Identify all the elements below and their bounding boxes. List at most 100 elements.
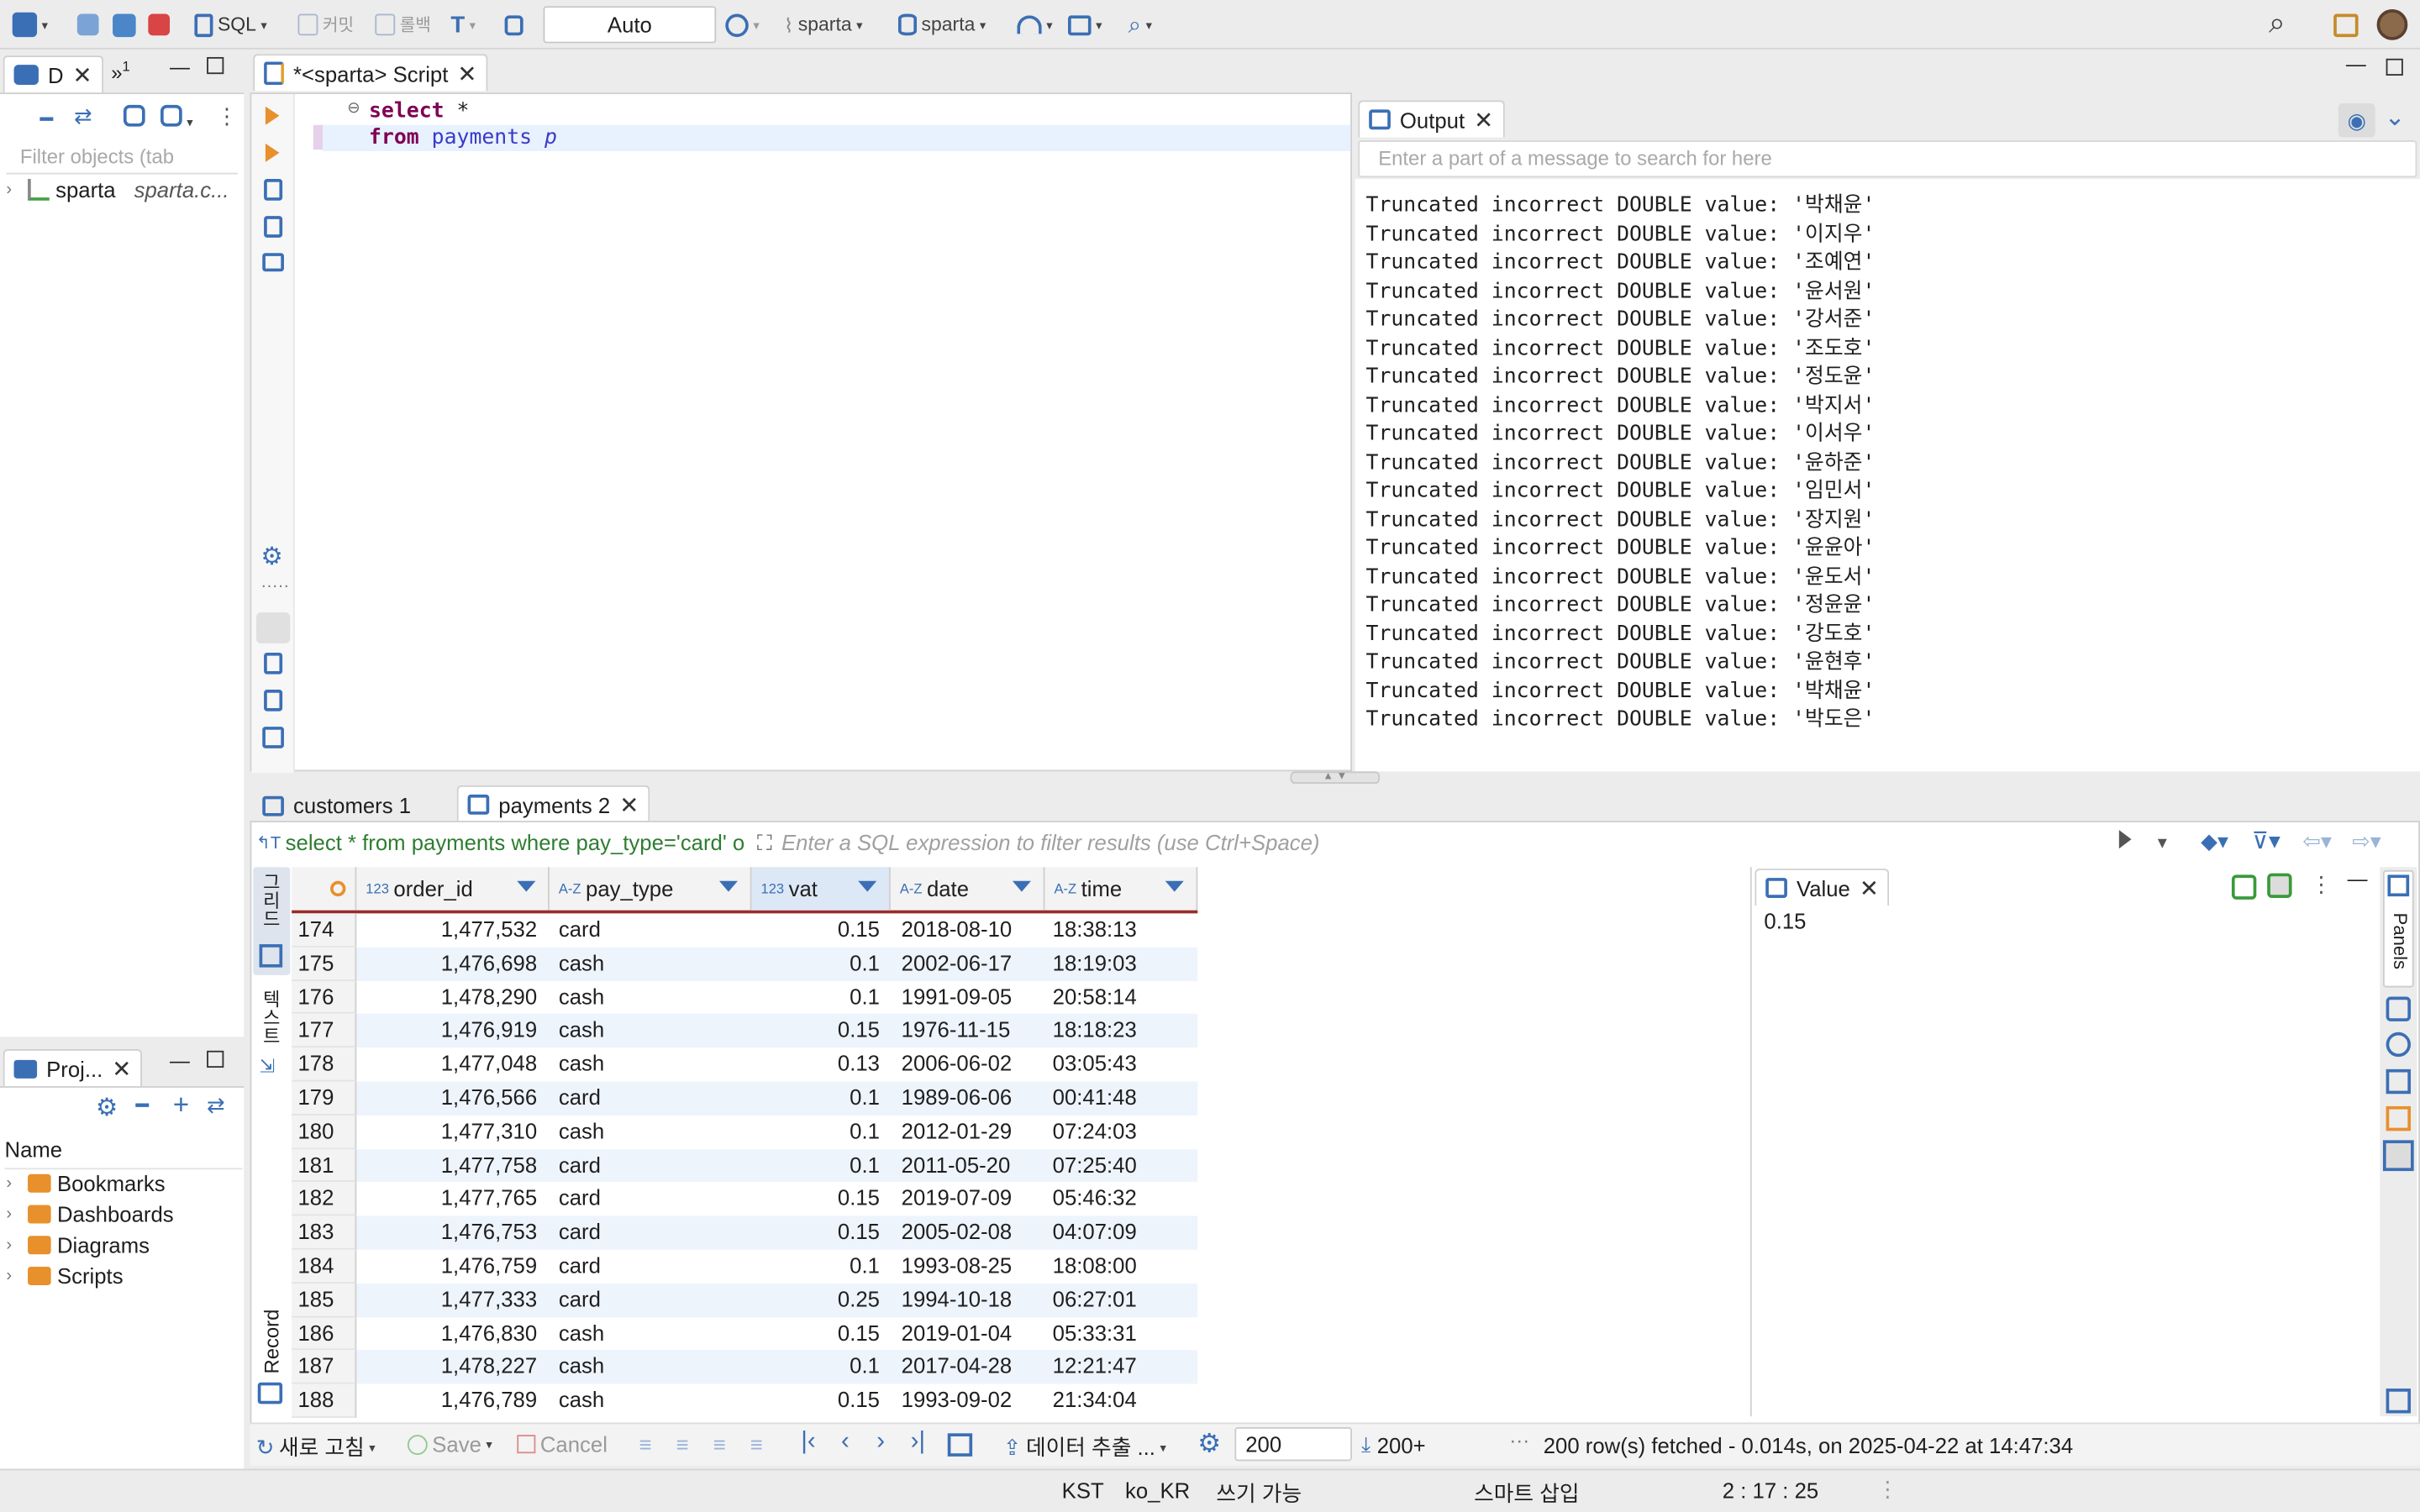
column-header-order_id[interactable]: 123 order_id <box>356 867 550 911</box>
commit-mode-field[interactable]: Auto <box>543 6 717 44</box>
active-database-selector[interactable]: sparta ▾ <box>897 8 986 41</box>
new-connection-button[interactable]: ▾ <box>12 8 48 41</box>
disconnect-button[interactable] <box>148 8 171 41</box>
active-connection-selector[interactable]: ⌇ sparta ▾ <box>784 8 862 41</box>
cell-date[interactable]: 2019-01-04 <box>891 1317 1045 1351</box>
cell-vat[interactable]: 0.15 <box>751 1183 890 1216</box>
close-icon[interactable]: ✕ <box>619 790 639 818</box>
dashboard-button[interactable]: ▾ <box>1017 8 1053 41</box>
cell-date[interactable]: 1989-06-06 <box>891 1082 1045 1116</box>
cell-time[interactable]: 21:34:04 <box>1044 1384 1197 1418</box>
gear-icon[interactable]: ⚙ <box>260 542 282 573</box>
results-filter-input[interactable]: Enter a SQL expression to filter results… <box>781 830 1320 854</box>
execute-new-tab-icon[interactable] <box>265 143 280 162</box>
project-item[interactable]: › Scripts <box>6 1261 123 1292</box>
cell-time[interactable]: 18:18:23 <box>1044 1014 1197 1047</box>
next-page-icon[interactable]: › <box>876 1429 885 1457</box>
row-number[interactable]: 176 <box>292 980 357 1015</box>
close-icon[interactable]: ✕ <box>457 60 476 87</box>
cell-pay_type[interactable]: cash <box>550 1317 752 1351</box>
table-row[interactable]: 185 1,477,333 card 0.25 1994-10-18 06:27:01 <box>292 1283 1198 1317</box>
cell-time[interactable]: 18:38:13 <box>1044 913 1197 947</box>
panels-toggle[interactable]: Panels <box>2382 869 2414 988</box>
layout-icon[interactable] <box>262 727 284 748</box>
global-search-button[interactable]: ⌕ <box>2269 8 2286 41</box>
toggle-results-panel-icon[interactable] <box>255 612 291 643</box>
query-text-label[interactable]: select * from payments where pay_type='c… <box>286 830 745 854</box>
cell-date[interactable]: 2006-06-02 <box>891 1047 1045 1081</box>
splitter-handle[interactable]: ▲ ▼ <box>1290 771 1381 785</box>
schema-compare-button[interactable]: ▾ <box>1068 8 1102 41</box>
cell-order_id[interactable]: 1,477,048 <box>356 1047 550 1081</box>
fit-icon[interactable] <box>947 1433 973 1457</box>
auto-apply-icon[interactable] <box>2267 873 2292 898</box>
row-number[interactable]: 181 <box>292 1148 357 1183</box>
delete-row-icon[interactable]: ≡ <box>750 1431 763 1456</box>
row-number[interactable]: 178 <box>292 1047 357 1082</box>
cell-order_id[interactable]: 1,476,566 <box>356 1082 550 1116</box>
sql-editor-button[interactable]: SQL ▾ <box>194 8 267 41</box>
record-icon[interactable] <box>257 1382 283 1404</box>
cell-date[interactable]: 2017-04-28 <box>891 1351 1045 1384</box>
connect-button[interactable] <box>76 8 99 41</box>
cell-time[interactable]: 18:08:00 <box>1044 1250 1197 1284</box>
cell-vat[interactable]: 0.1 <box>751 1250 890 1284</box>
cell-time[interactable]: 00:41:48 <box>1044 1082 1197 1116</box>
column-header-pay_type[interactable]: A-Z pay_type <box>550 867 752 911</box>
fetch-all-button[interactable]: ⤓ 200+ <box>1361 1431 1426 1457</box>
close-icon[interactable]: ✕ <box>73 61 92 88</box>
minimize-icon[interactable]: — <box>2346 52 2366 76</box>
cell-date[interactable]: 1994-10-18 <box>891 1284 1045 1317</box>
row-number[interactable]: 187 <box>292 1350 357 1384</box>
sql-code[interactable]: select * from payments p <box>369 99 557 151</box>
chevron-right-icon[interactable]: › <box>6 181 21 199</box>
save-value-icon[interactable] <box>2231 874 2257 900</box>
tab-value[interactable]: Value ✕ <box>1754 869 1890 906</box>
cancel-button[interactable]: Cancel <box>517 1431 608 1457</box>
cell-vat[interactable]: 0.15 <box>751 1014 890 1047</box>
row-number[interactable]: 180 <box>292 1115 357 1149</box>
project-item[interactable]: › Dashboards <box>6 1199 173 1230</box>
cell-time[interactable]: 03:05:43 <box>1044 1047 1197 1081</box>
link-editor-icon[interactable]: ⇄ <box>207 1092 225 1118</box>
cell-vat[interactable]: 0.1 <box>751 1082 890 1116</box>
tab-result-payments[interactable]: payments 2 ✕ <box>456 785 650 822</box>
minimize-icon[interactable]: — <box>2348 867 2368 890</box>
cell-vat[interactable]: 0.1 <box>751 980 890 1014</box>
table-row[interactable]: 174 1,477,532 card 0.15 2018-08-10 18:38:13 <box>292 913 1197 948</box>
gear-icon[interactable]: ⚙ <box>1197 1429 1221 1460</box>
cell-pay_type[interactable]: card <box>550 1149 752 1183</box>
cell-time[interactable]: 06:27:01 <box>1044 1284 1197 1317</box>
lock-button[interactable] <box>504 8 523 41</box>
cell-order_id[interactable]: 1,476,698 <box>356 947 550 980</box>
table-row[interactable]: 187 1,478,227 cash 0.1 2017-04-28 12:21:47 <box>292 1350 1198 1384</box>
sort-dropdown-icon[interactable] <box>517 880 536 892</box>
row-number[interactable]: 184 <box>292 1249 357 1284</box>
cell-date[interactable]: 2011-05-20 <box>891 1149 1045 1183</box>
cell-pay_type[interactable]: cash <box>550 1014 752 1047</box>
cell-pay_type[interactable]: cash <box>550 1047 752 1081</box>
eye-icon[interactable]: ◉ <box>2338 103 2375 138</box>
cell-vat[interactable]: 0.15 <box>751 913 890 947</box>
row-number[interactable]: 186 <box>292 1316 357 1351</box>
cell-pay_type[interactable]: cash <box>550 1351 752 1384</box>
minimize-icon[interactable]: — <box>170 55 190 79</box>
cell-time[interactable]: 05:46:32 <box>1044 1183 1197 1216</box>
cell-vat[interactable]: 0.1 <box>751 1116 890 1149</box>
execute-script-new-tab-icon[interactable] <box>264 216 283 238</box>
transaction-mode-button[interactable]: T ▾ <box>450 8 476 41</box>
link-editor-icon[interactable]: ⇄ <box>74 103 92 129</box>
cell-value-text[interactable]: 0.15 <box>1764 909 1806 933</box>
sort-dropdown-icon[interactable] <box>1012 880 1031 892</box>
cell-date[interactable]: 2018-08-10 <box>891 913 1045 947</box>
commit-button[interactable]: 커밋 <box>297 8 354 41</box>
table-row[interactable]: 181 1,477,758 card 0.1 2011-05-20 07:25:40 <box>292 1148 1198 1183</box>
sort-dropdown-icon[interactable] <box>1165 880 1184 892</box>
filter-icon[interactable]: ⊽▾ <box>2252 827 2281 854</box>
cell-time[interactable]: 12:21:47 <box>1044 1351 1197 1384</box>
tab-overflow[interactable]: »1 <box>111 59 130 84</box>
tab-projects[interactable]: Proj... ✕ <box>3 1048 143 1087</box>
chevron-right-icon[interactable]: › <box>6 1236 21 1254</box>
cell-order_id[interactable]: 1,478,227 <box>356 1351 550 1384</box>
chevron-right-icon[interactable]: › <box>6 1174 21 1193</box>
